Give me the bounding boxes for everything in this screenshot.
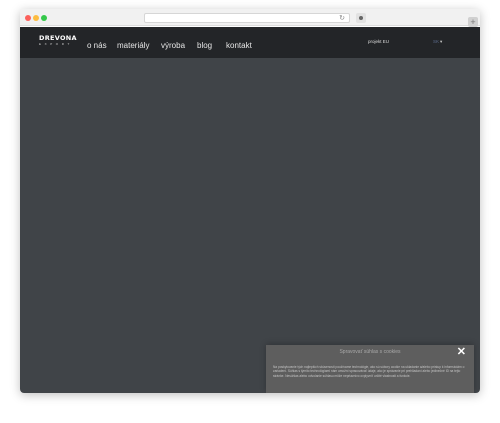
chevron-down-icon: ▾ (440, 39, 443, 44)
hero-section (20, 58, 480, 393)
nav-item-o-nas[interactable]: o nás (87, 41, 107, 51)
close-icon[interactable]: ✕ (457, 346, 466, 358)
logo-sub-text: EXPORT (39, 42, 73, 46)
project-eu-link[interactable]: projekt EU (368, 39, 389, 44)
browser-chrome: ↻ + (20, 9, 480, 27)
language-code: SK (433, 39, 440, 44)
reload-icon[interactable]: ↻ (339, 14, 345, 23)
minimize-window-button[interactable] (33, 15, 39, 21)
nav-item-blog[interactable]: blog (197, 41, 212, 51)
site-logo[interactable]: DREVONA EXPORT (39, 34, 77, 47)
browser-window: ↻ + DREVONA EXPORT o nás materiály výrob… (20, 9, 480, 393)
nav-item-materialy[interactable]: materiály (117, 41, 149, 51)
cookie-title: Spravovať súhlas s cookies (339, 349, 401, 355)
new-tab-button[interactable]: + (468, 17, 478, 27)
site-navbar: DREVONA EXPORT o nás materiály výroba bl… (20, 27, 480, 58)
cookie-consent-banner: Spravovať súhlas s cookies ✕ Na poskytov… (266, 345, 474, 393)
address-bar[interactable]: ↻ (144, 13, 350, 23)
language-switcher[interactable]: SK▾ (433, 39, 442, 45)
maximize-window-button[interactable] (41, 15, 47, 21)
extension-icon[interactable] (356, 13, 366, 23)
nav-item-kontakt[interactable]: kontakt (226, 41, 252, 51)
cookie-text: Na poskytovanie tých najlepších skúsenos… (273, 365, 465, 378)
logo-main-text: DREVONA (39, 34, 77, 42)
close-window-button[interactable] (25, 15, 31, 21)
nav-item-vyroba[interactable]: výroba (161, 41, 185, 51)
